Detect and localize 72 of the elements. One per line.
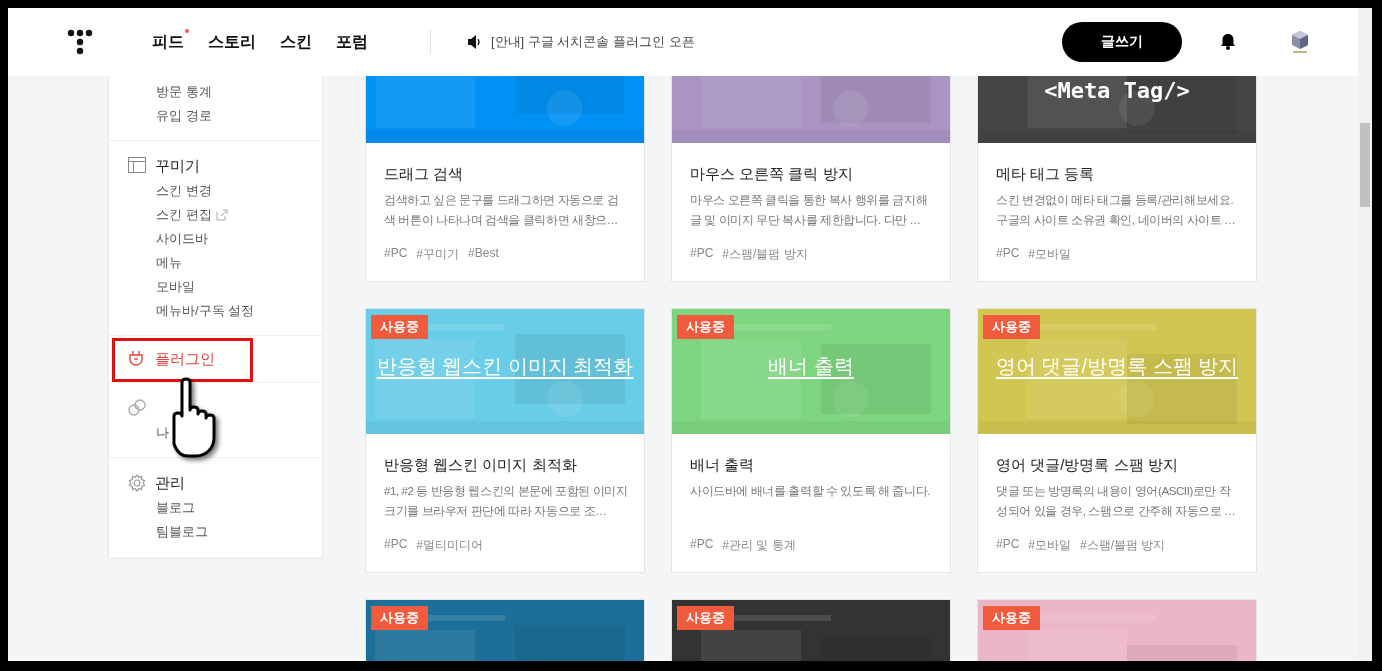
tag-link[interactable]: #PC — [384, 246, 408, 263]
tag-link[interactable]: #PC — [996, 246, 1020, 263]
in-use-badge: 사용중 — [371, 606, 428, 630]
settings-icon — [128, 474, 146, 492]
speaker-icon — [467, 35, 481, 49]
scrollbar[interactable] — [1358, 8, 1372, 661]
sidebar-item[interactable]: 방문 통계 — [156, 83, 212, 101]
sidebar-menu-title[interactable]: 꾸미기 — [155, 156, 200, 176]
sidebar-item[interactable]: 팀블로그 — [156, 523, 208, 541]
sidebar-item[interactable]: 블로그 — [156, 499, 195, 517]
hand-cursor-icon — [170, 376, 216, 460]
banner-title: 영어 댓글/방명록 스팸 방지 — [995, 354, 1239, 379]
plugin-description: 마우스 오른쪽 클릭을 통한 복사 행위를 금지해 글 및 이미지 무단 복사를 제한합니다. 다만 … — [690, 193, 929, 228]
plug-icon — [128, 350, 146, 368]
tag-link[interactable]: #PC — [690, 537, 714, 554]
sidebar-item[interactable]: 스킨 편집 — [156, 206, 212, 224]
layout-icon — [128, 157, 146, 175]
notice-link[interactable]: [안내] 구글 서치콘솔 플러그인 오픈 — [491, 33, 695, 51]
plugin-card[interactable]: 드래그 검색 검색하고 싶은 문구를 드래그하면 자동으로 검색 버튼이 나타나며 검색을 클릭하면 새창으… #PC #꾸미기 #Best — [365, 76, 645, 282]
tag-link[interactable]: #PC — [384, 537, 408, 554]
plugin-name: 마우스 오른쪽 클릭 방지 — [690, 165, 854, 184]
plugin-description: 댓글 또는 방명록의 내용이 영어(ASCII)로만 작성되어 있을 경우, 스팸으로 간주해 자동으로 … — [996, 484, 1237, 519]
logo-icon — [67, 29, 93, 55]
plugin-card[interactable]: 사용중 영어 댓글/방명록 스팸 방지 영어 댓글/방명록 스팸 방지 댓글 또는 방명록의 내용이 영어(ASCII)로만 작성되어 있을 경우, 스팸으로 간주해 자동으로 … #PC #모바일 #스팸/블펌 방지 — [977, 308, 1257, 573]
tag-link[interactable]: #모바일 — [1028, 537, 1072, 554]
tag-link[interactable]: #스팸/블펌 방지 — [1080, 537, 1166, 554]
sidebar-item[interactable]: 모바일 — [156, 278, 195, 296]
plugin-description: 검색하고 싶은 문구를 드래그하면 자동으로 검색 버튼이 나타나며 검색을 클릭하면 새창으… — [384, 193, 620, 228]
banner-title: 배너 출력 — [768, 354, 854, 379]
banner-title: <Meta Tag/> — [1044, 77, 1190, 105]
plugin-card[interactable]: <Meta Tag/> 메타 태그 등록 스킨 변경없이 메타 태그를 등록/관리해보세요. 구글의 사이트 소유권 확인, 네이버의 사이트 … #PC #모바일 — [977, 76, 1257, 282]
write-button[interactable]: 글쓰기 — [1062, 22, 1182, 62]
in-use-badge: 사용중 — [983, 315, 1040, 339]
tag-link[interactable]: #Best — [468, 246, 499, 263]
in-use-badge: 사용중 — [677, 606, 734, 630]
in-use-badge: 사용중 — [677, 315, 734, 339]
tag-link[interactable]: #관리 및 통계 — [722, 537, 796, 554]
plugin-card[interactable]: 사용중 배너 출력 배너 출력 사이드바에 배너를 출력할 수 있도록 해 줍니다. #PC #관리 및 통계 — [671, 308, 951, 573]
tag-link[interactable]: #꾸미기 — [416, 246, 460, 263]
tag-link[interactable]: #PC — [996, 537, 1020, 554]
sidebar-item[interactable]: 나 — [156, 424, 169, 442]
tag-link[interactable]: #스팸/블펌 방지 — [722, 246, 808, 263]
plugin-card[interactable]: 마우스 오른쪽 클릭 방지 마우스 오른쪽 클릭을 통한 복사 행위를 금지해 글 및 이미지 무단 복사를 제한합니다. 다만 … #PC #스팸/블펌 방지 — [671, 76, 951, 282]
plugin-name: 영어 댓글/방명록 스팸 방지 — [996, 456, 1179, 475]
plugin-name: 반응형 웹스킨 이미지 최적화 — [384, 456, 578, 475]
sidebar-item[interactable]: 스킨 변경 — [156, 182, 212, 200]
plugin-description: 사이드바에 배너를 출력할 수 있도록 해 줍니다. — [690, 484, 931, 499]
banner-title: 반응형 웹스킨 이미지 최적화 — [376, 354, 634, 379]
sidebar-menu-title[interactable]: 플러그인 — [155, 349, 215, 369]
plugin-name: 메타 태그 등록 — [996, 165, 1096, 184]
plugin-description: 스킨 변경없이 메타 태그를 등록/관리해보세요. 구글의 사이트 소유권 확인, 네이버의 사이트 … — [996, 193, 1237, 228]
sidebar-item[interactable]: 사이드바 — [156, 230, 208, 248]
nav-link[interactable]: 스킨 — [280, 31, 312, 53]
in-use-badge: 사용중 — [371, 315, 428, 339]
nav-link[interactable]: 스토리 — [208, 31, 256, 53]
sidebar-item[interactable]: 메뉴바/구독 설정 — [156, 302, 255, 320]
plugin-description: #1, #2 등 반응형 웹스킨의 본문에 포함된 이미지 크기를 브라우저 판단에 따라 자동으로 조… — [384, 484, 628, 519]
sidebar-item[interactable]: 메뉴 — [156, 254, 182, 272]
sidebar-menu-title[interactable]: 관리 — [155, 473, 185, 493]
plugin-name: 드래그 검색 — [384, 165, 465, 184]
plugin-card[interactable]: 사용중 반응형 웹스킨 이미지 최적화 반응형 웹스킨 이미지 최적화 #1, #2 등 반응형 웹스킨의 본문에 포함된 이미지 크기를 브라우저 판단에 따라 자동으로 조… #PC #멀티미디어 — [365, 308, 645, 573]
bell-icon[interactable] — [1220, 33, 1236, 51]
tag-link[interactable]: #멀티미디어 — [416, 537, 484, 554]
tag-link[interactable]: #PC — [690, 246, 714, 263]
in-use-badge: 사용중 — [983, 606, 1040, 630]
nav-link[interactable]: 피드 — [152, 31, 184, 53]
plugin-name: 배너 출력 — [690, 456, 756, 475]
avatar-icon[interactable] — [1290, 30, 1310, 54]
nav-link[interactable]: 포럼 — [336, 31, 368, 53]
link-icon — [128, 399, 146, 417]
sidebar-item[interactable]: 유입 경로 — [156, 107, 212, 125]
tag-link[interactable]: #모바일 — [1028, 246, 1072, 263]
